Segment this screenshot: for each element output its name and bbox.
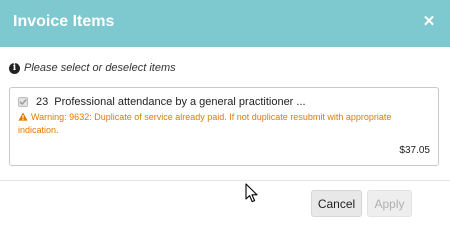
list-item: 23 Professional attendance by a general … [9, 87, 439, 166]
item-description: Professional attendance by a general pra… [54, 96, 306, 108]
cancel-button[interactable]: Cancel [311, 190, 362, 217]
instruction-line: i Please select or deselect items [9, 61, 176, 75]
dialog-header: Invoice Items ✕ [0, 0, 450, 47]
instruction-text: Please select or deselect items [24, 62, 176, 74]
item-amount: $37.05 [399, 145, 430, 156]
dialog-title: Invoice Items [13, 13, 115, 30]
item-row: 23 Professional attendance by a general … [18, 95, 306, 109]
apply-button[interactable]: Apply [367, 190, 412, 217]
footer-divider [0, 180, 450, 181]
mouse-cursor-icon [245, 183, 258, 203]
invoice-items-dialog: Invoice Items ✕ i Please select or desel… [0, 0, 450, 227]
warning-icon [18, 112, 28, 121]
warning-text: Warning: 9632: Duplicate of service alre… [18, 112, 392, 135]
item-code: 23 [36, 96, 49, 108]
info-icon: i [9, 62, 20, 74]
checkmark-icon [19, 99, 27, 105]
close-icon[interactable]: ✕ [422, 12, 436, 32]
item-checkbox[interactable] [18, 97, 28, 107]
duplicate-warning: Warning: 9632: Duplicate of service alre… [18, 111, 428, 137]
